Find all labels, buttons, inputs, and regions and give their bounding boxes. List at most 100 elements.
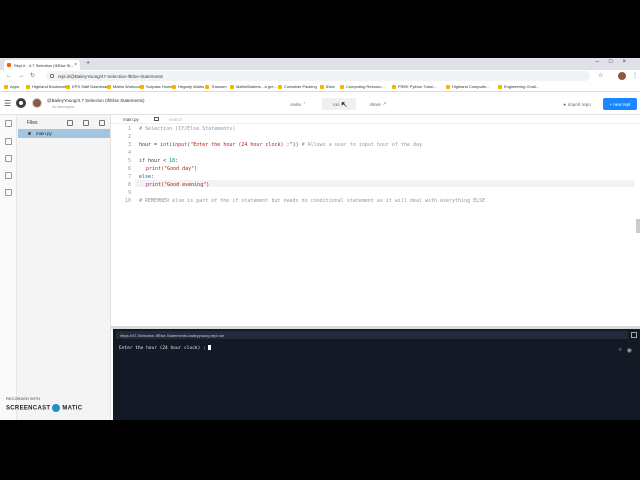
bookmark[interactable]: Surpass Home: [140, 83, 172, 91]
bookmark[interactable]: Container Packing: [278, 83, 317, 91]
console-pane[interactable]: https://47-Selection-IfElse-Statements.b…: [113, 329, 640, 420]
bookmark[interactable]: Highland Computin...: [446, 83, 489, 91]
console-output: Enter the hour (24 hour clock) :: [119, 345, 211, 351]
code-token: hour =: [139, 142, 161, 148]
back-icon[interactable]: ←: [6, 72, 12, 80]
open-in-new-tab-icon[interactable]: [631, 332, 637, 338]
code-line: # Selection (If/Else Statements): [139, 126, 236, 132]
address-text: repl.it/@BaileyYoung/47-Selection-IfElse…: [58, 73, 163, 79]
bookmark[interactable]: Engineering Chall...: [498, 83, 539, 91]
code-line: else:: [139, 174, 154, 180]
bookmark[interactable]: Transum: [205, 83, 227, 91]
sidebar-iconbar: [0, 115, 17, 420]
hamburger-menu-icon[interactable]: ☰: [4, 99, 11, 108]
replit-favicon-icon: [7, 63, 11, 67]
code-line: hour = int(input("Enter the hour (24 hou…: [139, 142, 422, 148]
run-label: run: [333, 101, 340, 107]
console-url-bar[interactable]: https://47-Selection-IfElse-Statements.b…: [116, 331, 628, 339]
editor-scrollbar[interactable]: [636, 219, 640, 233]
code-token: :: [151, 174, 155, 180]
code-token: print: [146, 166, 162, 172]
close-tab-icon[interactable]: ×: [74, 62, 77, 68]
file-item-main-py[interactable]: main.py: [18, 129, 110, 138]
packages-icon[interactable]: [5, 155, 12, 162]
lock-icon: [50, 74, 54, 78]
bookmark[interactable]: Maths Workout: [107, 83, 140, 91]
bookmarks-bar: Apps Highland Bookmarks KPS Staff Dashbo…: [0, 82, 640, 92]
screencast-watermark: RECORDED WITH SCREENCAST MATIC: [4, 396, 84, 418]
code-token: ("Good day"): [161, 166, 198, 172]
watermark-brand-right: MATIC: [62, 405, 83, 412]
line-number: 4: [127, 150, 131, 156]
file-name: main.py: [36, 131, 52, 136]
code-token: "Enter the hour (24 hour clock) :": [190, 142, 293, 148]
code-token: # Allows a user to input hour of the day: [301, 142, 423, 148]
menu-dots-icon[interactable]: ⋮: [632, 72, 638, 80]
line-number: 10: [124, 198, 131, 204]
format-icon[interactable]: [154, 117, 159, 121]
bookmark[interactable]: Computing Resourc...: [340, 83, 385, 91]
run-button[interactable]: run ▶: [322, 98, 356, 110]
debugger-icon[interactable]: [5, 172, 12, 179]
bookmark[interactable]: KPS Staff Dashboard: [66, 83, 110, 91]
console-view-icon[interactable]: ◉: [627, 347, 632, 354]
console-search-icon[interactable]: ⌕: [619, 347, 622, 354]
console-cursor: [207, 345, 211, 350]
code-token: else: [139, 174, 152, 180]
watermark-logo: SCREENCAST MATIC: [6, 404, 82, 412]
editor-search[interactable]: search: [169, 116, 183, 123]
watermark-dot-icon: [52, 404, 61, 412]
editor-tabbar: main.py search: [111, 115, 640, 124]
window-controls-icon[interactable]: –□×: [596, 59, 636, 65]
code-token: input: [172, 142, 188, 148]
repl-description[interactable]: No description: [52, 105, 74, 109]
line-gutter: 1 2 3 4 5 6 7 8 9 10: [111, 124, 131, 327]
add-folder-icon[interactable]: [83, 120, 89, 126]
replit-logo-icon[interactable]: [16, 98, 26, 108]
add-file-icon[interactable]: [67, 120, 73, 126]
database-icon[interactable]: [5, 189, 12, 196]
line-number: 7: [127, 174, 131, 180]
line-number: 8: [127, 182, 131, 188]
line-number: 5: [127, 158, 131, 164]
browser-tab[interactable]: Repl.it - 4.7 Selection (If/Else St... ×: [4, 60, 80, 70]
bookmark[interactable]: Highland Bookmarks: [26, 83, 69, 91]
code-token: hour <: [145, 158, 170, 164]
line-number: 9: [127, 190, 131, 196]
reload-icon[interactable]: ↻: [30, 72, 35, 80]
files-icon[interactable]: [5, 120, 12, 127]
share-label: share: [369, 101, 381, 107]
repl-title[interactable]: @BaileyYoung/4.7 Selection (If/Else Stat…: [47, 98, 144, 103]
bookmark[interactable]: Apps: [4, 83, 19, 91]
bookmark[interactable]: Hegarty Maths: [172, 83, 204, 91]
python-file-icon: [28, 132, 31, 135]
invite-button[interactable]: invite ⁺: [282, 98, 314, 110]
star-icon[interactable]: ☆: [598, 72, 603, 80]
editor-tab-main-py[interactable]: main.py: [123, 116, 139, 123]
browser-tab-title: Repl.it - 4.7 Selection (If/Else St...: [14, 62, 74, 68]
code-editor[interactable]: 1 2 3 4 5 6 7 8 9 10 # Selection (If/Els…: [111, 124, 640, 327]
code-token: )): [292, 142, 302, 148]
current-line-highlight: [135, 180, 635, 187]
bookmark[interactable]: iDice: [320, 83, 335, 91]
new-tab-icon[interactable]: +: [86, 60, 90, 68]
more-options-icon[interactable]: [99, 120, 105, 126]
profile-avatar[interactable]: [618, 72, 626, 80]
new-repl-button[interactable]: + new repl: [603, 98, 637, 110]
files-title: Files: [27, 120, 38, 126]
letterbox-bottom: [0, 420, 640, 480]
share-button[interactable]: share ↗: [362, 98, 394, 110]
code-token: :: [175, 158, 179, 164]
settings-icon[interactable]: [5, 138, 12, 145]
forward-icon[interactable]: →: [18, 72, 24, 80]
user-avatar[interactable]: [32, 98, 42, 108]
letterbox-top: [0, 0, 640, 58]
import-repo-button[interactable]: ● import repo: [554, 98, 600, 110]
mouse-pointer-icon: ↖: [341, 100, 348, 109]
bookmark[interactable]: FREE Python Tutori...: [392, 83, 437, 91]
line-number: 3: [127, 142, 131, 148]
address-bar[interactable]: repl.it/@BaileyYoung/47-Selection-IfElse…: [46, 71, 590, 81]
code-line: print("Good evening"): [146, 182, 209, 188]
bookmark[interactable]: MathsStarters - a gre...: [230, 83, 277, 91]
code-token: ("Good evening"): [161, 182, 210, 188]
